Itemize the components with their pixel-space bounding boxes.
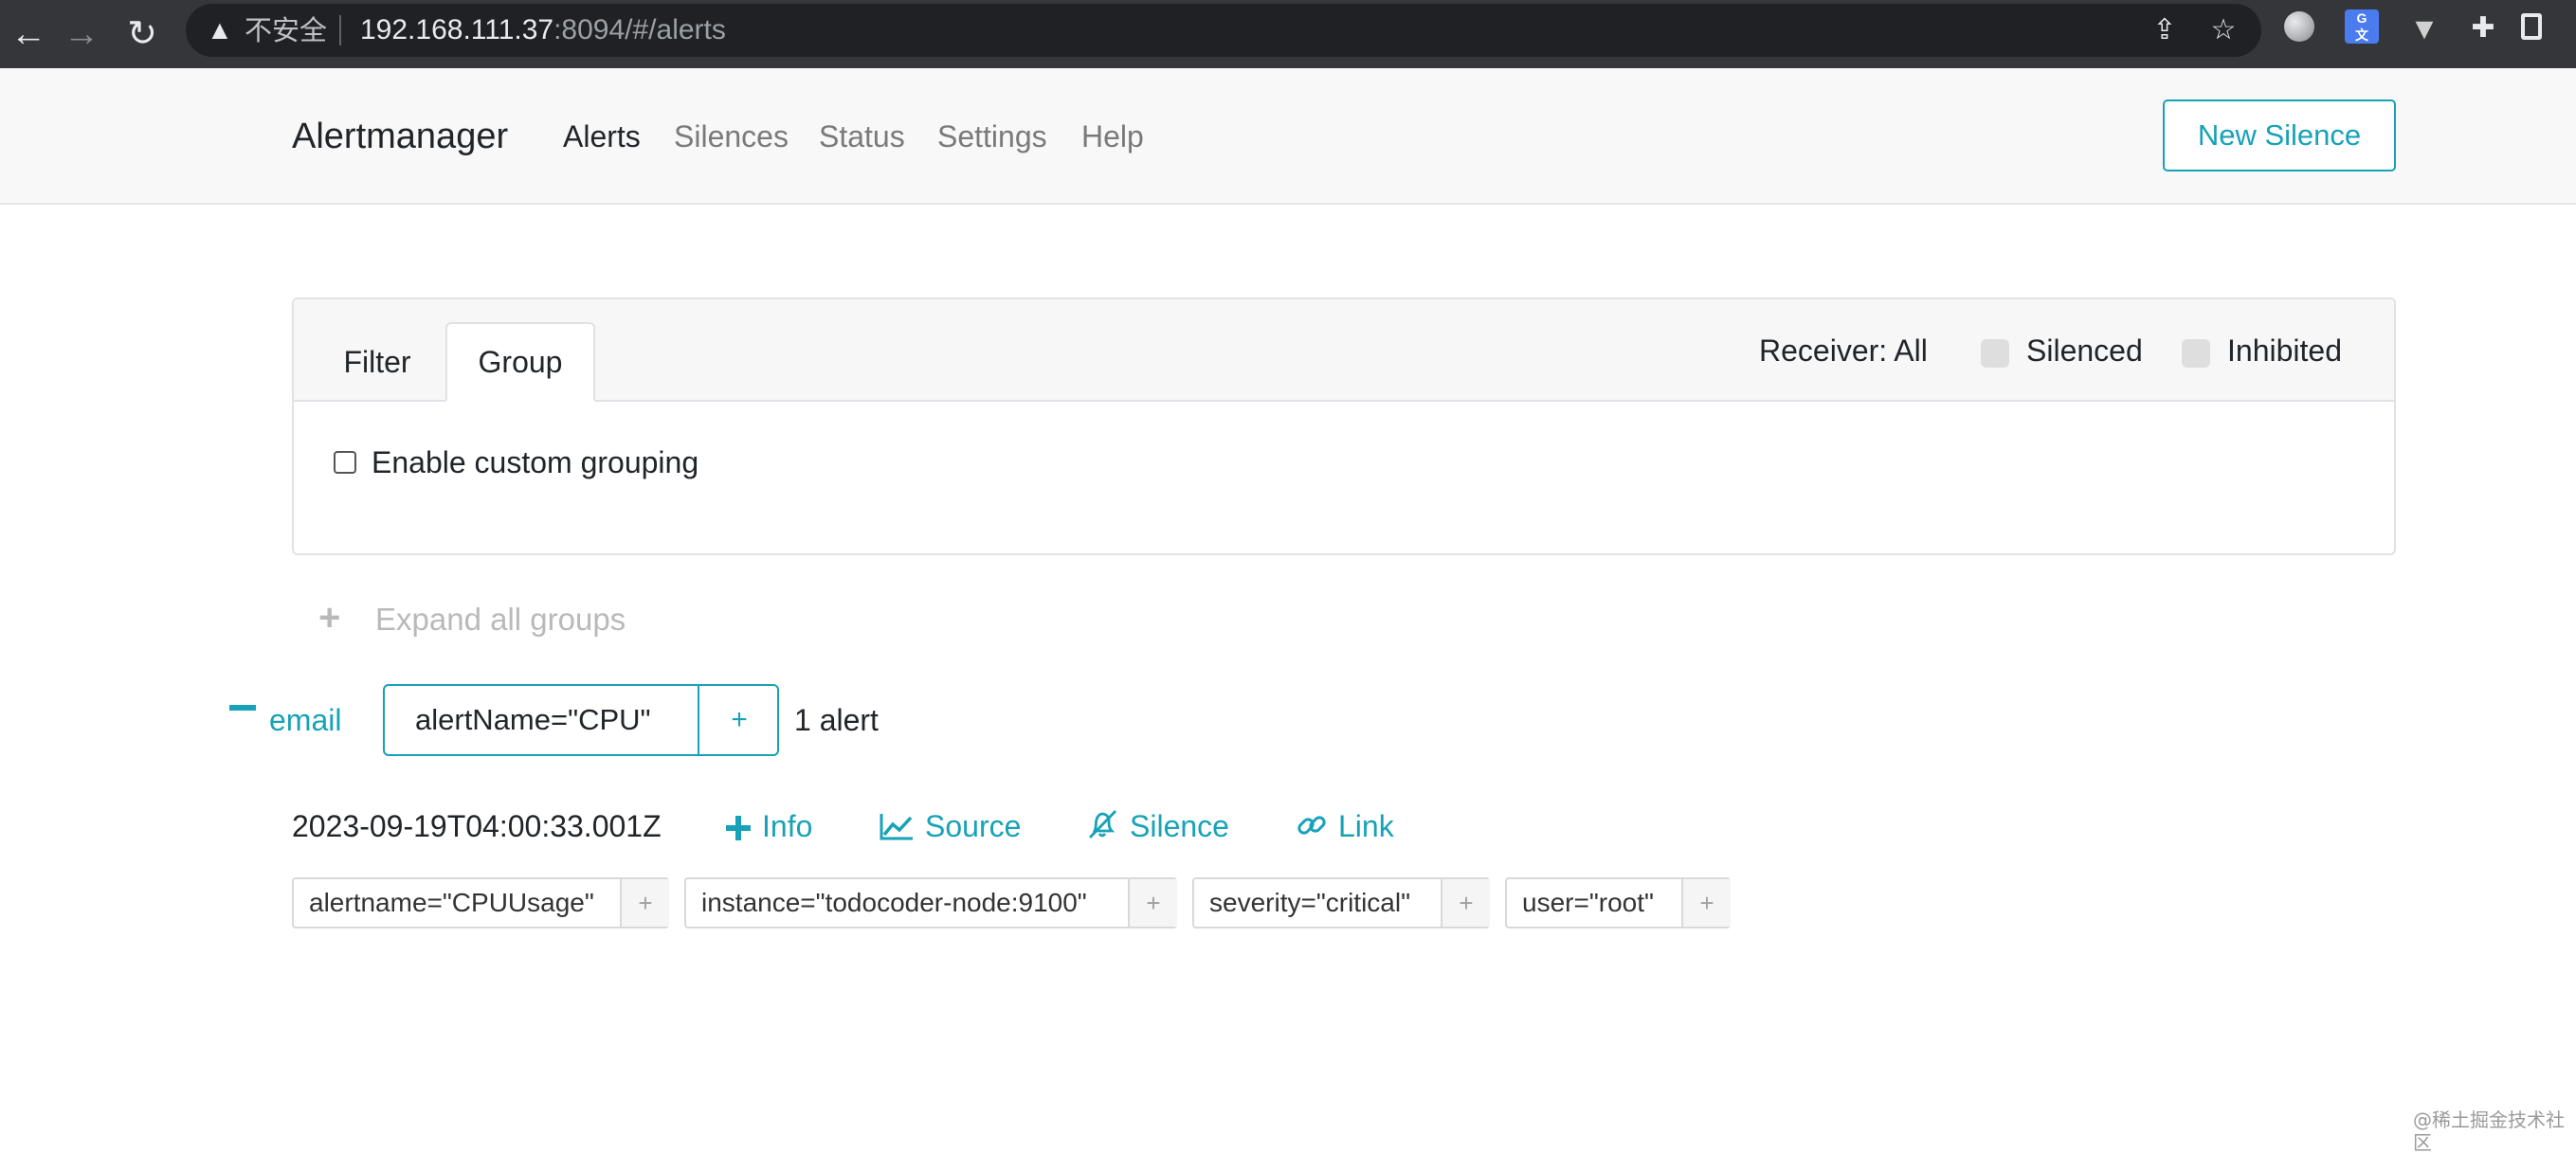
side-panel-icon[interactable] [2521, 13, 2542, 40]
address-divider [339, 15, 341, 45]
alert-label-add-button[interactable]: + [1128, 879, 1177, 927]
alert-label-add-button[interactable]: + [1681, 879, 1731, 927]
link-button[interactable]: Link [1297, 807, 1394, 845]
profile-globe-icon[interactable] [2284, 11, 2314, 42]
silence-button[interactable]: Silence [1086, 807, 1229, 845]
group-label-tag: alertName="CPU" + [383, 684, 779, 756]
vue-devtools-icon[interactable]: ▼ [2405, 9, 2443, 47]
info-button[interactable]: Info [726, 807, 812, 845]
translate-extension-icon[interactable]: G文 [2345, 9, 2379, 44]
app-navbar: Alertmanager Alerts Silences Status Sett… [0, 68, 2576, 205]
alert-label-tag: instance="todocoder-node:9100" + [684, 877, 1177, 929]
expand-all-groups-button[interactable]: Expand all groups [375, 601, 626, 639]
extensions-puzzle-icon[interactable]: ✚ [2464, 9, 2502, 47]
inhibited-checkbox[interactable] [2182, 339, 2210, 368]
nav-silences[interactable]: Silences [674, 117, 789, 155]
group-label-text: alertName="CPU" [415, 703, 651, 736]
link-label: Link [1338, 809, 1394, 843]
group-label-add-button[interactable]: + [699, 686, 779, 754]
plus-icon [726, 816, 751, 840]
alert-label-text: alertname="CPUUsage" [309, 888, 594, 917]
filter-card-header: Filter Group Receiver: All Silenced Inhi… [294, 299, 2394, 402]
nav-settings[interactable]: Settings [937, 117, 1047, 155]
alert-label-add-button[interactable]: + [1441, 879, 1490, 927]
alert-label-text: user="root" [1522, 888, 1654, 917]
watermark: @稀土掘金技术社区 [2413, 1109, 2565, 1154]
reload-icon[interactable]: ↻ [114, 6, 171, 63]
group-receiver-toggle[interactable]: email [269, 701, 341, 739]
nav-help[interactable]: Help [1081, 117, 1144, 155]
forward-icon[interactable]: → [53, 6, 110, 63]
url-path: :8094/#/alerts [553, 14, 726, 45]
url-text[interactable]: 192.168.111.37:8094/#/alerts [360, 11, 726, 49]
source-label: Source [925, 809, 1022, 843]
url-host: 192.168.111.37 [360, 14, 554, 45]
receiver-dropdown[interactable]: Receiver: All [1759, 332, 1928, 370]
security-label: 不安全 [245, 14, 328, 46]
collapse-minus-icon[interactable] [229, 705, 256, 711]
custom-grouping-checkbox[interactable] [334, 451, 356, 474]
address-bar[interactable]: ▲ 不安全 192.168.111.37:8094/#/alerts ⇪ ☆ [186, 4, 2261, 57]
alert-label-tag: user="root" + [1505, 877, 1731, 929]
silenced-label[interactable]: Silenced [2026, 332, 2143, 370]
alert-label-text: severity="critical" [1209, 888, 1411, 917]
alert-label-tag: alertname="CPUUsage" + [292, 877, 669, 929]
alert-label-text: instance="todocoder-node:9100" [701, 888, 1087, 917]
bell-slash-icon [1088, 810, 1117, 838]
source-button[interactable]: Source [880, 807, 1021, 845]
alert-count: 1 alert [794, 703, 879, 737]
tab-filter[interactable]: Filter [324, 322, 430, 402]
info-label: Info [762, 809, 813, 843]
custom-grouping-label[interactable]: Enable custom grouping [372, 443, 698, 481]
line-chart-icon [880, 814, 913, 840]
brand-title[interactable]: Alertmanager [292, 114, 508, 159]
alert-label-add-button[interactable]: + [620, 879, 669, 927]
filter-card: Filter Group Receiver: All Silenced Inhi… [292, 298, 2396, 555]
inhibited-label[interactable]: Inhibited [2227, 332, 2342, 370]
nav-alerts[interactable]: Alerts [563, 117, 641, 155]
nav-status[interactable]: Status [819, 117, 905, 155]
alert-label-tag: severity="critical" + [1192, 877, 1490, 929]
browser-toolbar: ← → ↻ ▲ 不安全 192.168.111.37:8094/#/alerts… [0, 0, 2576, 68]
expand-plus-icon[interactable]: + [318, 599, 340, 637]
link-icon [1297, 816, 1326, 835]
silence-label: Silence [1130, 809, 1229, 843]
silenced-checkbox[interactable] [1981, 339, 2009, 368]
alert-timestamp: 2023-09-19T04:00:33.001Z [292, 809, 662, 843]
warning-icon: ▲ [207, 15, 233, 45]
back-icon[interactable]: ← [0, 6, 57, 63]
new-silence-button[interactable]: New Silence [2163, 99, 2396, 171]
share-icon[interactable]: ⇪ [2146, 11, 2184, 49]
bookmark-star-icon[interactable]: ☆ [2204, 11, 2242, 49]
tab-group[interactable]: Group [445, 322, 595, 402]
